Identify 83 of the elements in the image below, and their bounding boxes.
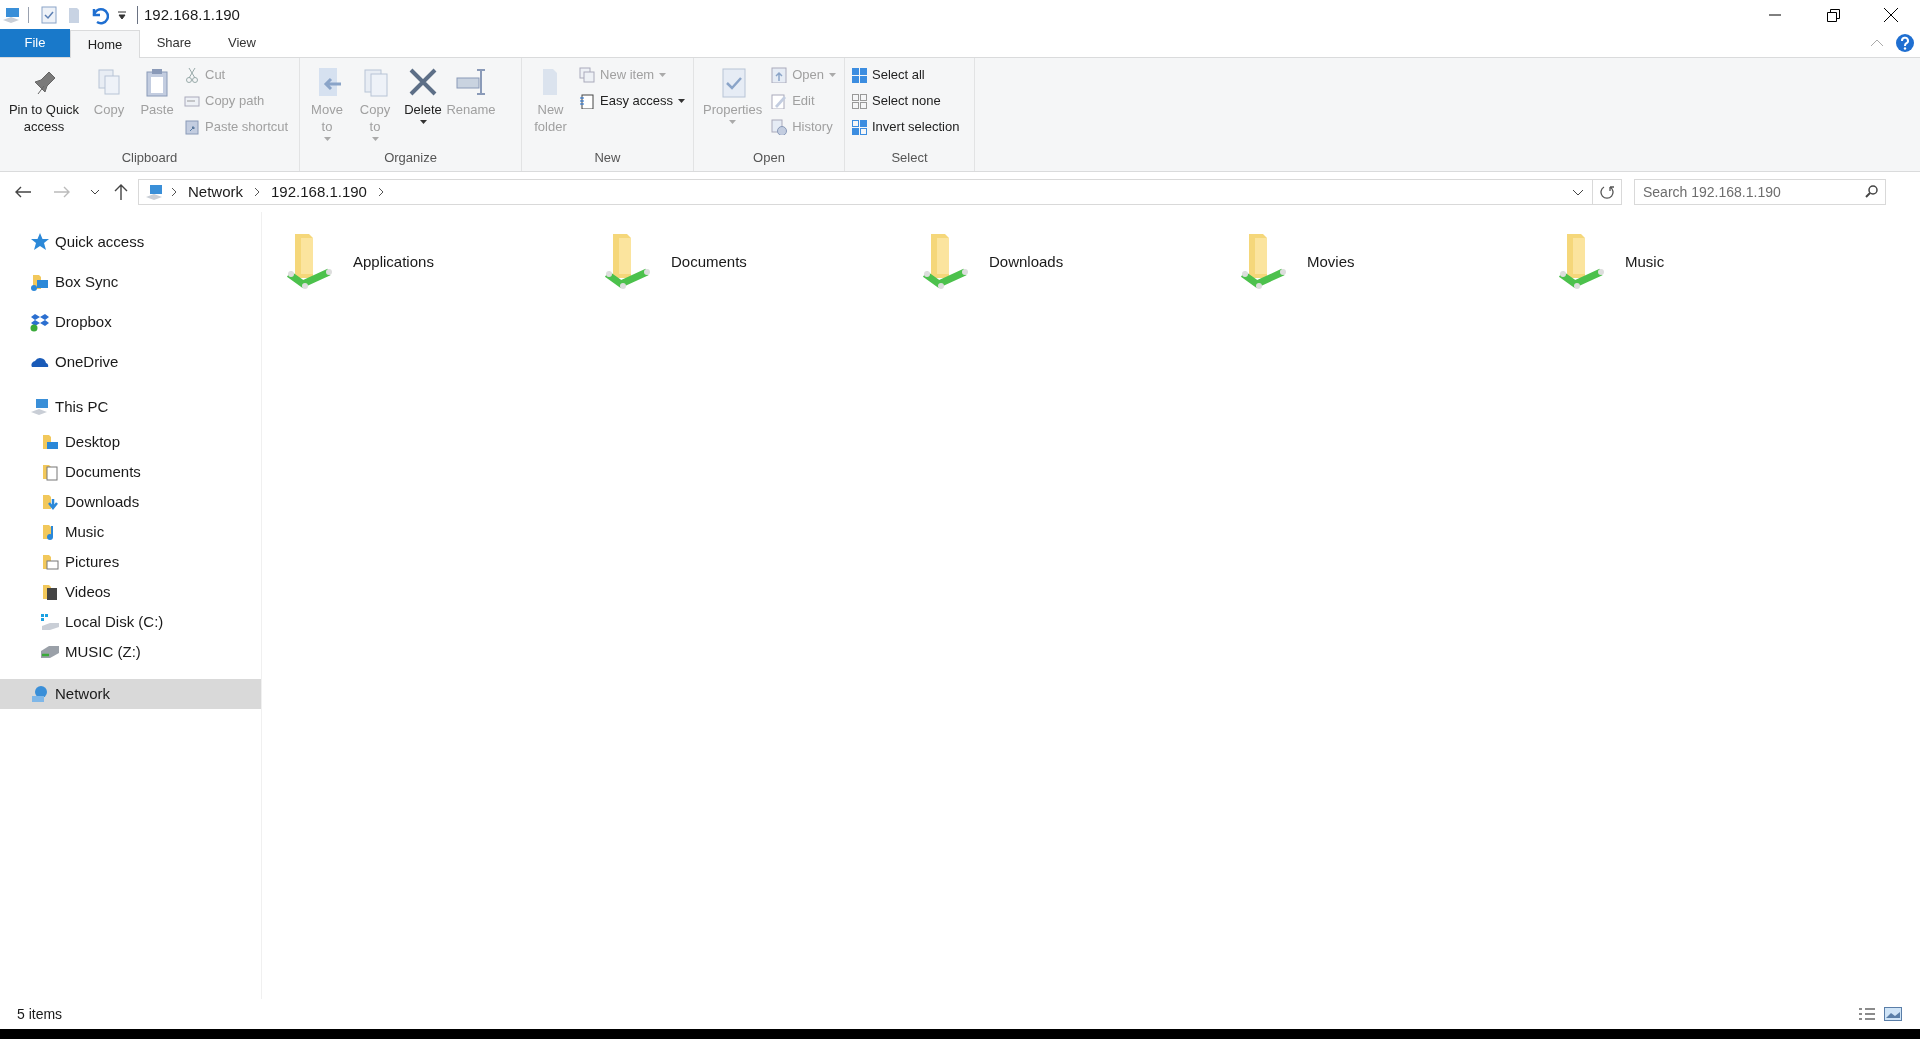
shared-folder[interactable]: Applications xyxy=(277,230,595,294)
sidebar-item[interactable]: Documents xyxy=(0,457,261,487)
network-icon xyxy=(30,684,50,704)
window-title: 192.168.1.190 xyxy=(144,4,240,25)
ribbon-group-label: Select xyxy=(891,148,928,167)
path-icon xyxy=(184,93,200,109)
ribbon-button[interactable]: Invert selection xyxy=(851,114,964,140)
edit-icon xyxy=(771,93,788,109)
item-count: 5 items xyxy=(17,1004,63,1024)
new-item-icon xyxy=(579,67,595,83)
grid-icon xyxy=(851,67,867,83)
computer-icon xyxy=(145,184,165,200)
ribbon-button[interactable]: Select all xyxy=(851,62,964,88)
dropdown-icon[interactable] xyxy=(117,10,127,20)
x-icon xyxy=(407,66,439,98)
sidebar-item[interactable]: Music xyxy=(0,517,261,547)
sidebar-item[interactable]: Pictures xyxy=(0,547,261,577)
ribbon-button[interactable]: Delete xyxy=(400,62,446,148)
rename-icon xyxy=(455,66,487,98)
minimize-icon xyxy=(1769,14,1781,16)
ribbon-button[interactable]: Select none xyxy=(851,88,964,114)
picture-folder-icon xyxy=(40,552,60,572)
sidebar-item[interactable]: Quick access xyxy=(0,222,261,262)
computer-icon[interactable] xyxy=(2,6,22,24)
shared-folder[interactable]: Downloads xyxy=(913,230,1231,294)
document-icon xyxy=(579,93,595,109)
history-icon xyxy=(771,119,788,135)
ribbon-button[interactable]: Pin to Quick access xyxy=(4,62,84,148)
large-icons-view-icon[interactable] xyxy=(1884,1007,1902,1021)
chevron-right-icon[interactable] xyxy=(377,187,384,197)
ribbon-group-label: New xyxy=(594,148,621,167)
ribbon-tab[interactable]: File xyxy=(0,29,70,57)
drive-icon xyxy=(40,612,60,632)
dropbox-icon xyxy=(30,312,50,332)
desktop-folder-icon xyxy=(40,432,60,452)
checkmark-document-icon[interactable] xyxy=(41,6,57,24)
video-folder-icon xyxy=(40,582,60,602)
breadcrumb[interactable]: 192.168.1.190 xyxy=(268,180,370,204)
ribbon-tab[interactable]: Home xyxy=(70,30,140,58)
up-arrow-icon[interactable] xyxy=(114,184,128,200)
search-field[interactable]: Search 192.168.1.190 xyxy=(1634,179,1886,205)
scissors-icon xyxy=(184,67,200,83)
breadcrumb[interactable]: Network xyxy=(185,180,246,204)
search-icon[interactable] xyxy=(1865,185,1878,198)
open-icon xyxy=(771,67,788,83)
sidebar-item[interactable]: MUSIC (Z:) xyxy=(0,637,261,667)
restore-icon xyxy=(1826,8,1840,22)
computer-icon xyxy=(30,397,50,417)
sidebar-item[interactable]: Videos xyxy=(0,577,261,607)
download-folder-icon xyxy=(40,492,60,512)
box-folder-icon xyxy=(30,272,50,292)
shared-folder[interactable]: Music xyxy=(1549,230,1867,294)
sidebar-item[interactable]: This PC xyxy=(0,387,261,427)
sidebar-item[interactable]: Dropbox xyxy=(0,302,261,342)
shared-folder[interactable]: Documents xyxy=(595,230,913,294)
sidebar-item[interactable]: Box Sync xyxy=(0,262,261,302)
close-icon xyxy=(1884,8,1898,22)
ribbon-group-label: Clipboard xyxy=(121,148,178,167)
refresh-icon[interactable] xyxy=(1600,185,1614,199)
ribbon-button[interactable]: Easy access xyxy=(579,88,689,114)
shortcut-icon xyxy=(184,119,200,135)
chevron-down-icon[interactable] xyxy=(90,189,100,195)
help-icon[interactable] xyxy=(1896,34,1914,52)
star-icon xyxy=(30,232,50,252)
sidebar-item[interactable]: OneDrive xyxy=(0,342,261,382)
ribbon-group-label: Open xyxy=(753,148,785,167)
grid-icon xyxy=(851,93,867,109)
ribbon-tab[interactable]: View xyxy=(208,29,276,57)
sidebar-item[interactable]: Local Disk (C:) xyxy=(0,607,261,637)
chevron-right-icon[interactable] xyxy=(171,187,177,197)
ribbon-group-label: Organize xyxy=(384,148,437,167)
document-folder-icon xyxy=(40,462,60,482)
shared-folder[interactable]: Movies xyxy=(1231,230,1549,294)
address-bar[interactable]: Network 192.168.1.190 xyxy=(138,179,1622,205)
sidebar-item[interactable]: Desktop xyxy=(0,427,261,457)
grid-icon xyxy=(851,119,867,135)
chevron-right-icon[interactable] xyxy=(254,187,260,197)
sidebar-item[interactable]: Downloads xyxy=(0,487,261,517)
chevron-down-icon[interactable] xyxy=(1572,188,1584,196)
ribbon-tab[interactable]: Share xyxy=(140,29,208,57)
back-arrow-icon[interactable] xyxy=(15,186,31,198)
details-view-icon[interactable] xyxy=(1858,1007,1876,1021)
sidebar-item[interactable]: Network xyxy=(0,679,261,709)
